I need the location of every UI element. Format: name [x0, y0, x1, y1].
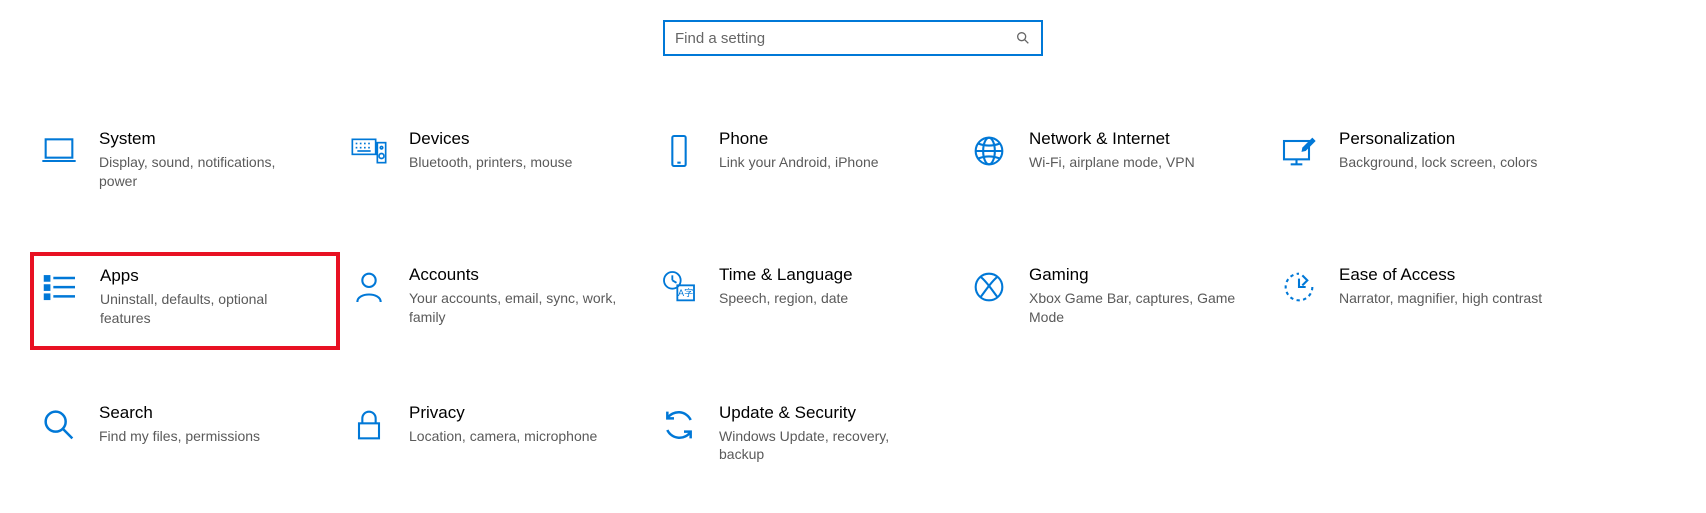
tile-title: Network & Internet	[1029, 129, 1245, 149]
tile-title: Update & Security	[719, 403, 935, 423]
sync-icon	[659, 405, 699, 445]
tile-title: Apps	[100, 266, 314, 286]
tile-gaming[interactable]: Gaming Xbox Game Bar, captures, Game Mod…	[960, 252, 1270, 350]
search-icon	[1015, 30, 1031, 46]
tile-desc: Your accounts, email, sync, work, family	[409, 289, 625, 327]
tile-desc: Windows Update, recovery, backup	[719, 427, 935, 465]
lock-icon	[349, 405, 389, 445]
svg-text:A字: A字	[678, 287, 693, 298]
tile-title: Accounts	[409, 265, 625, 285]
tile-devices[interactable]: Devices Bluetooth, printers, mouse	[340, 116, 650, 212]
tile-desc: Link your Android, iPhone	[719, 153, 935, 172]
magnifier-icon	[39, 405, 79, 445]
tile-system[interactable]: System Display, sound, notifications, po…	[30, 116, 340, 212]
tile-search[interactable]: Search Find my files, permissions	[30, 390, 340, 486]
tile-title: Phone	[719, 129, 935, 149]
tile-personalization[interactable]: Personalization Background, lock screen,…	[1270, 116, 1580, 212]
tile-title: Time & Language	[719, 265, 935, 285]
tile-ease-of-access[interactable]: Ease of Access Narrator, magnifier, high…	[1270, 252, 1580, 350]
tile-title: Devices	[409, 129, 625, 149]
tile-title: Privacy	[409, 403, 625, 423]
laptop-icon	[39, 131, 79, 171]
xbox-icon	[969, 267, 1009, 307]
tile-desc: Bluetooth, printers, mouse	[409, 153, 625, 172]
search-box[interactable]	[663, 20, 1043, 56]
tile-privacy[interactable]: Privacy Location, camera, microphone	[340, 390, 650, 486]
tile-desc: Uninstall, defaults, optional features	[100, 290, 314, 328]
tile-desc: Background, lock screen, colors	[1339, 153, 1555, 172]
apps-list-icon	[40, 268, 80, 308]
tile-desc: Wi-Fi, airplane mode, VPN	[1029, 153, 1245, 172]
tile-update-security[interactable]: Update & Security Windows Update, recove…	[650, 390, 960, 486]
phone-icon	[659, 131, 699, 171]
tile-network[interactable]: Network & Internet Wi-Fi, airplane mode,…	[960, 116, 1270, 212]
tile-time-language[interactable]: A字 Time & Language Speech, region, date	[650, 252, 960, 350]
tile-accounts[interactable]: Accounts Your accounts, email, sync, wor…	[340, 252, 650, 350]
globe-icon	[969, 131, 1009, 171]
tile-desc: Speech, region, date	[719, 289, 935, 308]
keyboard-speaker-icon	[349, 131, 389, 171]
tile-title: Ease of Access	[1339, 265, 1555, 285]
pen-monitor-icon	[1279, 131, 1319, 171]
tile-desc: Narrator, magnifier, high contrast	[1339, 289, 1555, 308]
search-input[interactable]	[675, 30, 1015, 47]
tile-desc: Find my files, permissions	[99, 427, 315, 446]
tile-desc: Xbox Game Bar, captures, Game Mode	[1029, 289, 1245, 327]
tile-desc: Location, camera, microphone	[409, 427, 625, 446]
tile-title: System	[99, 129, 315, 149]
settings-grid: System Display, sound, notifications, po…	[0, 116, 1706, 485]
tile-title: Gaming	[1029, 265, 1245, 285]
tile-phone[interactable]: Phone Link your Android, iPhone	[650, 116, 960, 212]
time-language-icon: A字	[659, 267, 699, 307]
tile-title: Personalization	[1339, 129, 1555, 149]
ease-of-access-icon	[1279, 267, 1319, 307]
tile-title: Search	[99, 403, 315, 423]
person-icon	[349, 267, 389, 307]
tile-desc: Display, sound, notifications, power	[99, 153, 315, 191]
tile-apps[interactable]: Apps Uninstall, defaults, optional featu…	[30, 252, 340, 350]
